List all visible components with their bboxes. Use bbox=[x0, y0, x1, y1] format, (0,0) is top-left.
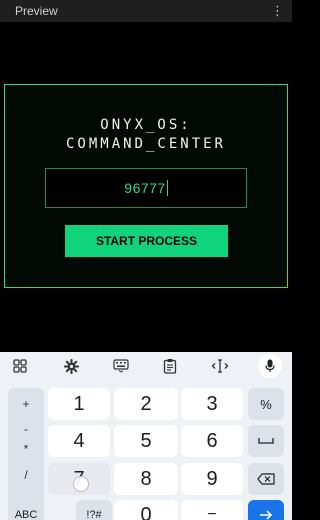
heading-line-2: COMMAND_CENTER bbox=[65, 136, 226, 152]
key-9[interactable]: 9 bbox=[181, 463, 243, 495]
pin-input-value: 96777 bbox=[124, 180, 166, 196]
key-0[interactable]: 0 bbox=[114, 500, 178, 520]
backspace-key[interactable] bbox=[248, 463, 284, 495]
settings-gear-icon[interactable] bbox=[62, 357, 80, 375]
key-8[interactable]: 8 bbox=[114, 463, 178, 495]
key-3[interactable]: 3 bbox=[181, 388, 243, 420]
preview-title-bar: Preview ⋮ bbox=[0, 0, 292, 22]
minus-sign-key[interactable]: − bbox=[181, 500, 243, 520]
symbols-key[interactable]: !?# bbox=[76, 500, 112, 520]
space-bar-icon bbox=[258, 438, 274, 444]
text-cursor-icon[interactable] bbox=[211, 357, 229, 375]
touch-indicator bbox=[73, 476, 89, 492]
plus-key[interactable]: + bbox=[8, 397, 44, 411]
divide-key[interactable]: / bbox=[8, 468, 44, 482]
on-screen-keyboard: + - * / 1 2 3 % 4 5 6 7 8 9 ABC !?# 0 − bbox=[0, 352, 292, 520]
abc-key[interactable]: ABC bbox=[8, 500, 44, 520]
panel-heading: ONYX_OS: COMMAND_CENTER bbox=[5, 116, 287, 154]
key-6[interactable]: 6 bbox=[181, 425, 243, 457]
text-caret bbox=[166, 180, 168, 196]
heading-line-1: ONYX_OS: bbox=[100, 117, 192, 133]
clipboard-icon[interactable] bbox=[161, 357, 179, 375]
key-2[interactable]: 2 bbox=[114, 388, 178, 420]
minus-key[interactable]: - bbox=[8, 422, 44, 436]
command-center-panel: ONYX_OS: COMMAND_CENTER 96777 START PROC… bbox=[4, 84, 288, 288]
mic-icon[interactable] bbox=[258, 354, 282, 378]
start-process-button[interactable]: START PROCESS bbox=[65, 225, 228, 257]
keyboard-icon[interactable] bbox=[112, 357, 130, 375]
pin-input[interactable]: 96777 bbox=[45, 168, 247, 208]
preview-label: Preview bbox=[15, 4, 58, 18]
arrow-right-icon bbox=[260, 510, 273, 520]
multiply-key[interactable]: * bbox=[8, 442, 44, 456]
key-4[interactable]: 4 bbox=[48, 425, 110, 457]
space-key[interactable] bbox=[248, 425, 284, 457]
percent-key[interactable]: % bbox=[248, 388, 284, 420]
more-options-icon[interactable]: ⋮ bbox=[271, 5, 284, 18]
key-5[interactable]: 5 bbox=[114, 425, 178, 457]
enter-key[interactable] bbox=[248, 500, 284, 520]
key-1[interactable]: 1 bbox=[48, 388, 110, 420]
backspace-icon bbox=[257, 473, 275, 485]
keyboard-toolbar bbox=[0, 352, 292, 380]
apps-grid-icon[interactable] bbox=[11, 357, 29, 375]
